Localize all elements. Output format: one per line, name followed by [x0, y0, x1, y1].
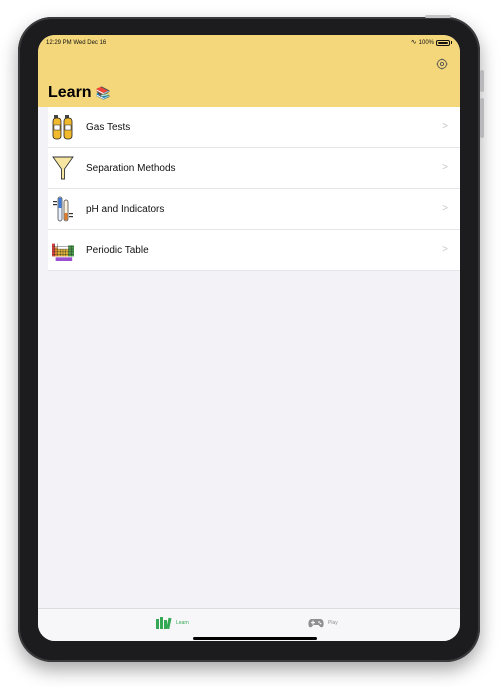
list-item-ph-indicators[interactable]: pH and Indicators >	[48, 189, 460, 230]
list-item-label: Separation Methods	[86, 162, 176, 174]
funnel-icon	[52, 155, 74, 181]
status-indicators: ∿ 100%	[411, 39, 452, 46]
status-time: 12:29 PM Wed Dec 16	[46, 40, 107, 46]
list-item-gas-tests[interactable]: Gas Tests >	[48, 107, 460, 148]
page-title: Learn 📚	[48, 84, 111, 102]
tab-learn-label: Learn	[176, 620, 189, 626]
tab-play-label: Play	[328, 620, 338, 626]
tab-learn[interactable]: Learn	[156, 617, 189, 629]
navigation-header: 12:29 PM Wed Dec 16 ∿ 100% Learn 📚	[38, 35, 460, 107]
list-item-label: Gas Tests	[86, 121, 131, 133]
gear-icon	[436, 58, 448, 70]
books-icon	[156, 617, 172, 629]
volume-down-button	[480, 98, 484, 138]
list-item-label: pH and Indicators	[86, 203, 165, 215]
home-indicator	[193, 637, 317, 640]
topics-list: Gas Tests > Separation Methods > pH and …	[48, 107, 460, 271]
chevron-right-icon: >	[442, 121, 448, 132]
list-item-separation-methods[interactable]: Separation Methods >	[48, 148, 460, 189]
chevron-right-icon: >	[442, 203, 448, 214]
battery-percentage: 100%	[418, 39, 434, 46]
chevron-right-icon: >	[442, 244, 448, 255]
battery-tip	[451, 41, 452, 44]
page-title-text: Learn	[48, 84, 92, 101]
test-tubes-icon	[52, 196, 74, 222]
volume-up-button	[480, 70, 484, 92]
list-item-periodic-table[interactable]: Periodic Table >	[48, 230, 460, 271]
gas-cylinders-icon	[52, 114, 74, 140]
wifi-icon: ∿	[410, 39, 417, 46]
periodic-table-icon	[52, 237, 74, 263]
chevron-right-icon: >	[442, 162, 448, 173]
list-item-label: Periodic Table	[86, 244, 149, 256]
tab-play[interactable]: Play	[308, 617, 338, 629]
battery-icon	[436, 39, 450, 46]
books-emoji: 📚	[95, 86, 111, 100]
power-button	[425, 15, 451, 18]
gamepad-icon	[308, 619, 324, 628]
settings-button[interactable]	[436, 57, 448, 70]
app-screen: 12:29 PM Wed Dec 16 ∿ 100% Learn 📚 Gas T…	[38, 35, 460, 641]
